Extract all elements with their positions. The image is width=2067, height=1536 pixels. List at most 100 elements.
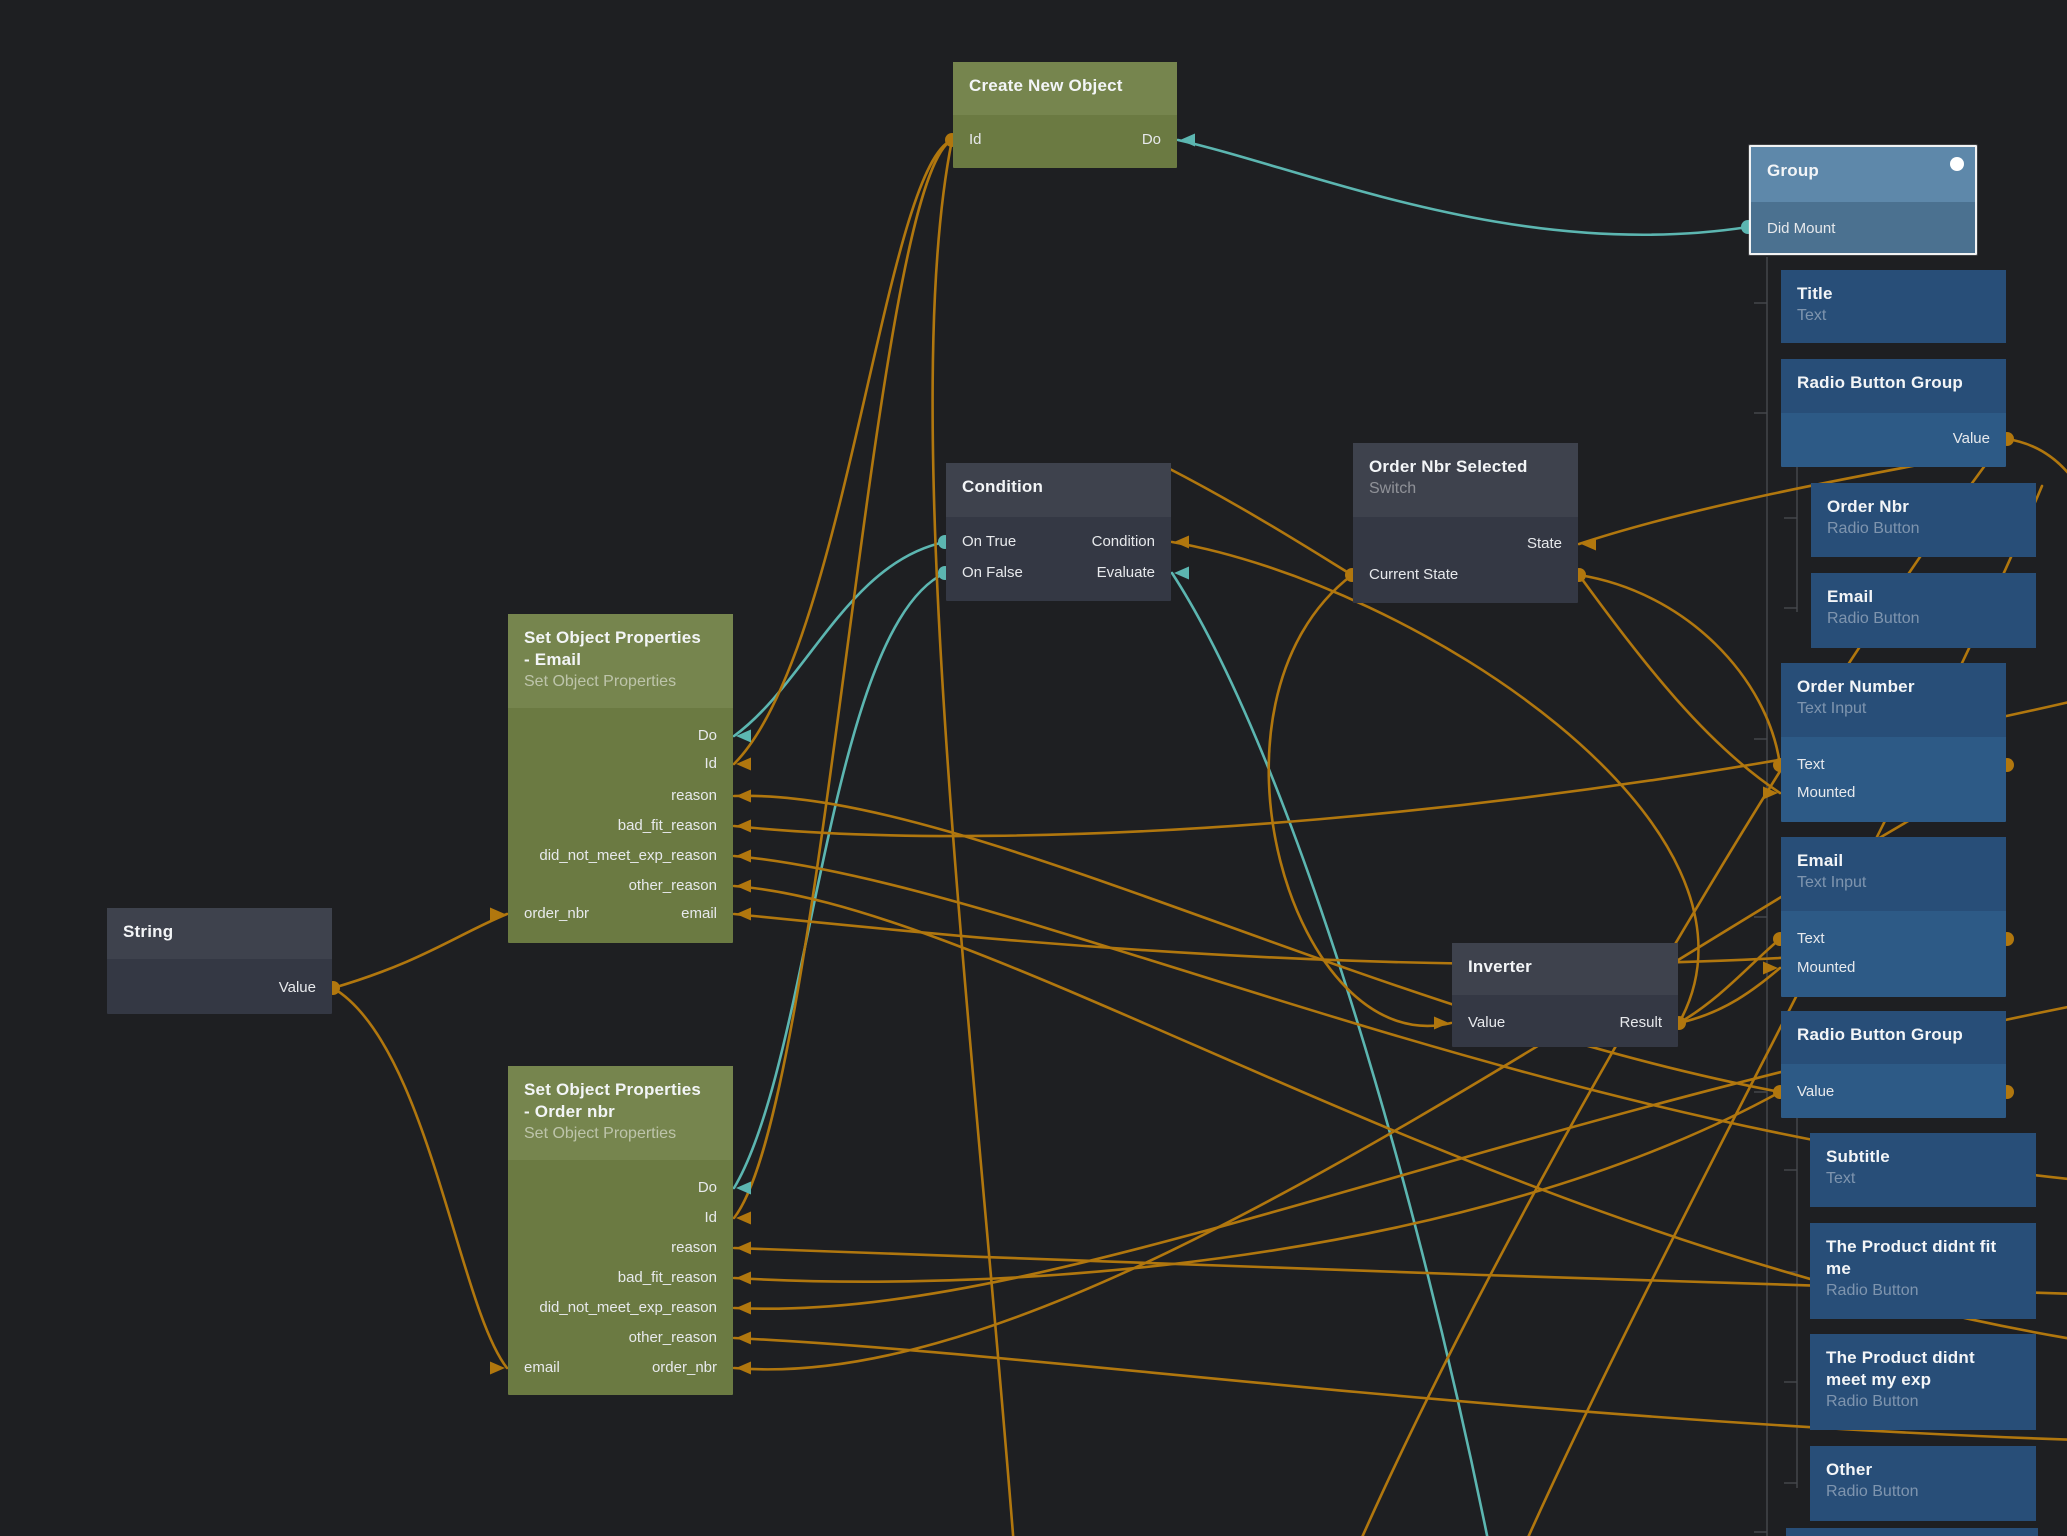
port-arrow[interactable] [1581,538,1596,551]
node-inverter[interactable]: InverterValueResult [1452,943,1678,1047]
node-subtitle: Switch [1369,478,1562,499]
port-arrow[interactable] [736,820,751,833]
port-label-value[interactable]: Value [1797,1081,1990,1103]
node-header[interactable]: SubtitleText [1810,1133,2036,1207]
node-header[interactable]: Set Object Properties - EmailSet Object … [508,614,733,708]
port-label-result[interactable]: Result [1468,1012,1662,1034]
port-label-reason[interactable]: reason [524,785,717,807]
port-label-did-not-meet-exp-reason[interactable]: did_not_meet_exp_reason [524,845,717,867]
port-label-id[interactable]: Id [524,753,717,775]
port-arrow[interactable] [736,880,751,893]
node-header[interactable] [1786,1528,2038,1536]
node-header[interactable]: The Product didnt fit meRadio Button [1810,1223,2036,1319]
node-header[interactable]: Inverter [1452,943,1678,995]
port-arrow[interactable] [736,1332,751,1345]
port-label-value[interactable]: Value [1797,428,1990,450]
port-label-condition[interactable]: Condition [962,531,1155,553]
port-arrow[interactable] [736,908,751,921]
node-graph-canvas[interactable]: Create New ObjectIdDoGroupDid MountTitle… [0,0,2067,1536]
wire-signal[interactable] [1178,140,1748,235]
node-title: Title [1797,283,1990,305]
wire-data[interactable] [1579,575,1780,765]
node-title: Set Object Properties - Email [524,627,717,671]
node-sop-order[interactable]: Set Object Properties - Order nbrSet Obj… [508,1066,733,1395]
node-title-text[interactable]: TitleText [1781,270,2006,343]
port-label-do[interactable]: Do [524,725,717,747]
port-label-reason[interactable]: reason [524,1237,717,1259]
port-arrow[interactable] [736,1272,751,1285]
node-header[interactable]: The Product didnt meet my expRadio Butto… [1810,1334,2036,1430]
port-arrow[interactable] [1174,536,1189,549]
port-label-mounted[interactable]: Mounted [1797,957,1990,979]
node-condition[interactable]: ConditionOn TrueConditionOn FalseEvaluat… [946,463,1171,601]
node-header[interactable]: Order NumberText Input [1781,663,2006,737]
node-subtitle: Text Input [1797,872,1990,893]
node-group[interactable]: Group Did Mount [1749,145,1977,255]
port-label-mounted[interactable]: Mounted [1797,782,1990,804]
wire-data[interactable] [1166,467,1352,575]
node-header[interactable]: Group [1751,147,1975,202]
port-label-did-not-meet-exp-reason[interactable]: did_not_meet_exp_reason [524,1297,717,1319]
wire-data[interactable] [333,988,507,1368]
port-arrow[interactable] [736,1242,751,1255]
node-order-nbr-selected[interactable]: Order Nbr SelectedSwitch State Current Sta… [1353,443,1578,603]
node-header[interactable]: Order NbrRadio Button [1811,483,2036,557]
node-header[interactable]: Condition [946,463,1171,517]
node-partial-node[interactable] [1786,1528,2038,1536]
port-label-bad-fit-reason[interactable]: bad_fit_reason [524,1267,717,1289]
node-radio-button-group-1[interactable]: Radio Button Group Value [1781,359,2006,467]
port-arrow[interactable] [1434,1017,1449,1030]
port-arrow[interactable] [736,1302,751,1315]
node-header[interactable]: Radio Button Group [1781,359,2006,413]
node-header[interactable]: EmailText Input [1781,837,2006,911]
node-header[interactable]: TitleText [1781,270,2006,343]
wire-data[interactable] [2007,439,2067,486]
node-email-input[interactable]: EmailText Input Text Mounted [1781,837,2006,997]
port-label-text[interactable]: Text [1797,754,1990,776]
port-label-current-state[interactable]: Current State [1369,564,1562,586]
port-arrow[interactable] [736,850,751,863]
node-product-didnt-fit[interactable]: The Product didnt fit meRadio Button [1810,1223,2036,1319]
wire-signal[interactable] [1172,573,1492,1536]
node-header[interactable]: OtherRadio Button [1810,1446,2036,1521]
node-product-didnt-meet-exp[interactable]: The Product didnt meet my expRadio Butto… [1810,1334,2036,1430]
port-label-id[interactable]: Id [524,1207,717,1229]
node-order-number-input[interactable]: Order NumberText Input Text Mounted [1781,663,2006,822]
port-label-do[interactable]: Do [524,1177,717,1199]
port-label-do[interactable]: Do [969,129,1161,151]
port-label-state[interactable]: State [1369,533,1562,555]
port-arrow[interactable] [736,1182,751,1195]
port-label-email[interactable]: email [524,1357,717,1379]
node-header[interactable]: Set Object Properties - Order nbrSet Obj… [508,1066,733,1160]
port-label-evaluate[interactable]: Evaluate [962,562,1155,584]
node-sop-email[interactable]: Set Object Properties - EmailSet Object … [508,614,733,943]
node-radio-button-group-2[interactable]: Radio Button Group Value [1781,1011,2006,1118]
node-title: Condition [962,476,1155,498]
node-header[interactable]: String [107,908,332,959]
port-label-order-nbr[interactable]: order_nbr [524,903,717,925]
port-label-other-reason[interactable]: other_reason [524,1327,717,1349]
node-string[interactable]: String Value [107,908,332,1014]
port-arrow[interactable] [1180,134,1195,147]
node-header[interactable]: Radio Button Group [1781,1011,2006,1064]
port-label-did-mount[interactable]: Did Mount [1767,218,1959,240]
component-indicator-dot [1950,157,1964,171]
node-create-new-object[interactable]: Create New ObjectIdDo [953,62,1177,168]
node-order-nbr-radio[interactable]: Order NbrRadio Button [1811,483,2036,557]
node-header[interactable]: Create New Object [953,62,1177,115]
port-arrow[interactable] [736,1362,751,1375]
node-subtitle-text[interactable]: SubtitleText [1810,1133,2036,1207]
port-label-other-reason[interactable]: other_reason [524,875,717,897]
port-label-text[interactable]: Text [1797,928,1990,950]
wire-data[interactable] [734,140,952,1218]
node-other-radio[interactable]: OtherRadio Button [1810,1446,2036,1521]
node-email-radio[interactable]: EmailRadio Button [1811,573,2036,648]
port-label-value[interactable]: Value [123,977,316,999]
node-title: Group [1767,160,1959,182]
port-label-bad-fit-reason[interactable]: bad_fit_reason [524,815,717,837]
node-header[interactable]: EmailRadio Button [1811,573,2036,648]
wire-signal[interactable] [734,573,945,1188]
port-arrow[interactable] [736,790,751,803]
node-header[interactable]: Order Nbr SelectedSwitch [1353,443,1578,517]
wire-data[interactable] [333,914,507,988]
